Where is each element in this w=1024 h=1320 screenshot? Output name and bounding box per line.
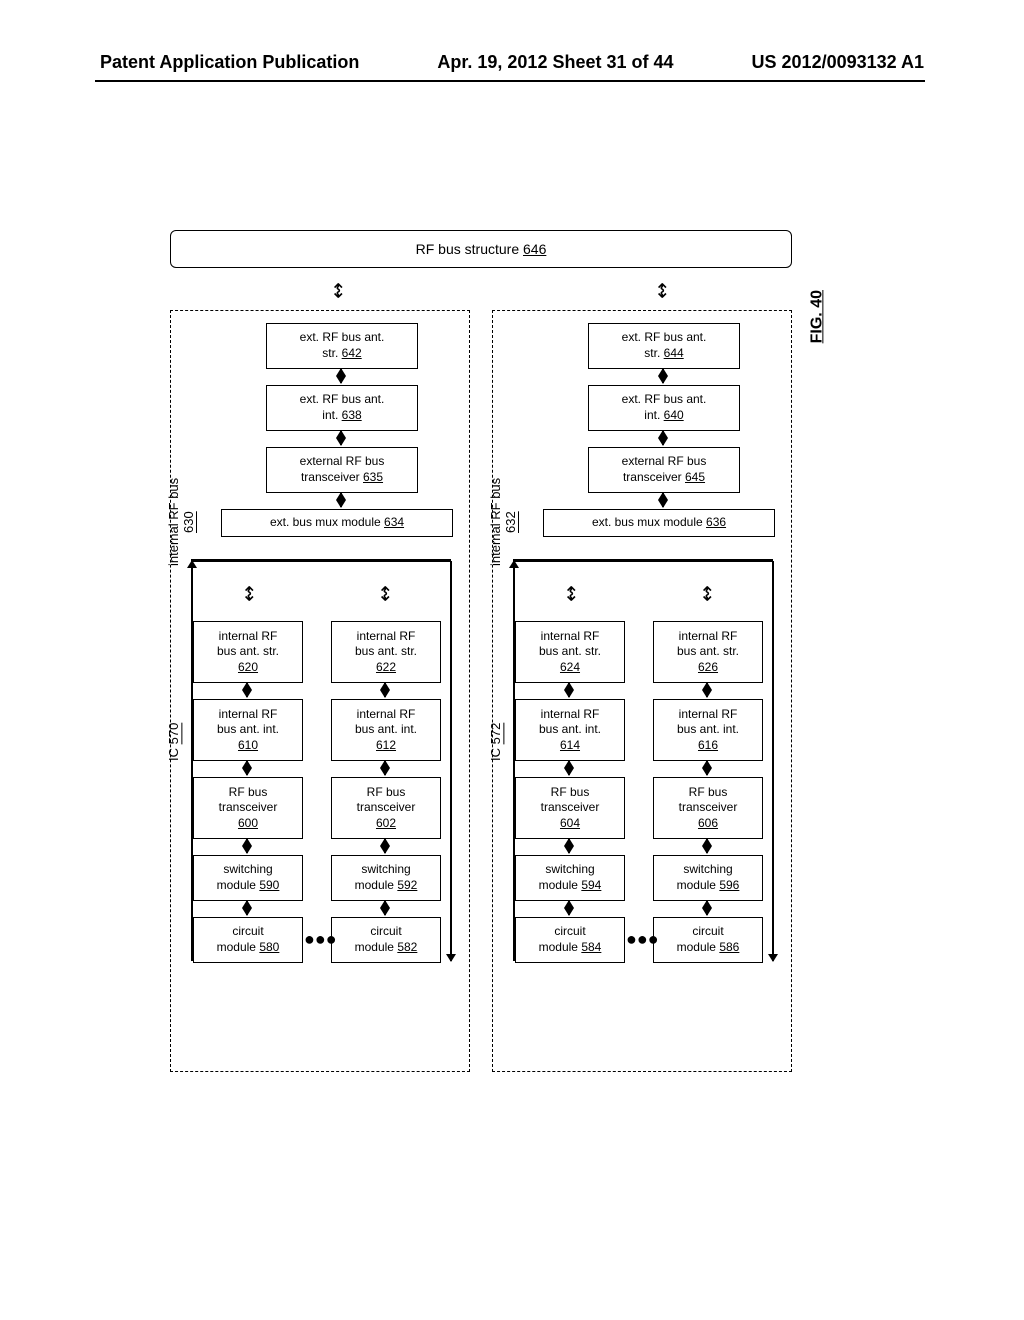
internal-bus-line bbox=[513, 559, 773, 562]
arrow-icon bbox=[662, 369, 664, 383]
arrow-icon bbox=[246, 761, 248, 775]
rf-link-icon: ↭ bbox=[237, 585, 262, 602]
switching-596: switchingmodule 596 bbox=[653, 855, 763, 901]
ic-572-box: internal RF bus 632 IC 572 ext. RF bus a… bbox=[492, 310, 792, 1072]
switching-594: switchingmodule 594 bbox=[515, 855, 625, 901]
arrow-icon bbox=[340, 493, 342, 507]
ext-bus-mux-634: ext. bus mux module 634 bbox=[221, 509, 453, 537]
arrow-icon bbox=[384, 901, 386, 915]
arrow-icon bbox=[772, 561, 774, 961]
rf-link-icon: ↭ bbox=[373, 585, 398, 602]
rf-bus-xcvr-602: RF bustransceiver602 bbox=[331, 777, 441, 839]
ic-570-label: IC 570 bbox=[166, 711, 181, 773]
header-center: Apr. 19, 2012 Sheet 31 of 44 bbox=[437, 52, 673, 73]
diagram: FIG. 40 RF bus structure 646 ↭ ↭ interna… bbox=[170, 230, 790, 1060]
ext-rf-bus-ant-int-638: ext. RF bus ant.int. 638 bbox=[266, 385, 418, 431]
page: Patent Application Publication Apr. 19, … bbox=[0, 0, 1024, 1320]
ext-rf-bus-ant-str-644: ext. RF bus ant.str. 644 bbox=[588, 323, 740, 369]
rf-bus-xcvr-606: RF bustransceiver606 bbox=[653, 777, 763, 839]
arrow-icon bbox=[340, 431, 342, 445]
arrow-icon bbox=[246, 839, 248, 853]
rf-bus-ref: 646 bbox=[523, 241, 546, 257]
int-ant-int-610: internal RFbus ant. int.610 bbox=[193, 699, 303, 761]
internal-bus-line bbox=[191, 559, 451, 562]
arrow-icon bbox=[706, 761, 708, 775]
arrow-icon bbox=[706, 901, 708, 915]
arrow-icon bbox=[450, 561, 452, 961]
arrow-icon bbox=[246, 901, 248, 915]
int-ant-str-620: internal RFbus ant. str.620 bbox=[193, 621, 303, 683]
ic-572-label: IC 572 bbox=[488, 711, 503, 773]
ellipsis-icon: ●●● bbox=[626, 929, 659, 950]
switching-590: switchingmodule 590 bbox=[193, 855, 303, 901]
arrow-icon bbox=[568, 839, 570, 853]
int-ant-str-626: internal RFbus ant. str.626 bbox=[653, 621, 763, 683]
arrow-icon bbox=[662, 431, 664, 445]
rf-link-right-icon: ↭ bbox=[650, 282, 675, 299]
ext-rf-bus-xcvr-645: external RF bustransceiver 645 bbox=[588, 447, 740, 493]
ext-rf-bus-xcvr-635: external RF bustransceiver 635 bbox=[266, 447, 418, 493]
rf-bus-label: RF bus structure bbox=[416, 241, 519, 257]
arrow-icon bbox=[662, 493, 664, 507]
header-left: Patent Application Publication bbox=[100, 52, 359, 73]
arrow-icon bbox=[568, 761, 570, 775]
arrow-icon bbox=[568, 683, 570, 697]
page-header: Patent Application Publication Apr. 19, … bbox=[0, 52, 1024, 73]
int-ant-int-612: internal RFbus ant. int.612 bbox=[331, 699, 441, 761]
rf-link-icon: ↭ bbox=[559, 585, 584, 602]
header-right: US 2012/0093132 A1 bbox=[752, 52, 924, 73]
ext-rf-bus-ant-int-640: ext. RF bus ant.int. 640 bbox=[588, 385, 740, 431]
switching-592: switchingmodule 592 bbox=[331, 855, 441, 901]
circuit-582: circuitmodule 582 bbox=[331, 917, 441, 963]
int-ant-int-614: internal RFbus ant. int.614 bbox=[515, 699, 625, 761]
ic-570-box: internal RF bus 630 IC 570 ext. RF bus a… bbox=[170, 310, 470, 1072]
arrow-icon bbox=[340, 369, 342, 383]
ext-bus-mux-636: ext. bus mux module 636 bbox=[543, 509, 775, 537]
header-rule bbox=[95, 80, 925, 82]
int-ant-str-622: internal RFbus ant. str.622 bbox=[331, 621, 441, 683]
circuit-586: circuitmodule 586 bbox=[653, 917, 763, 963]
arrow-icon bbox=[246, 683, 248, 697]
ellipsis-icon: ●●● bbox=[304, 929, 337, 950]
arrow-icon bbox=[384, 683, 386, 697]
ext-rf-bus-ant-str-642: ext. RF bus ant.str. 642 bbox=[266, 323, 418, 369]
arrow-icon bbox=[384, 839, 386, 853]
arrow-icon bbox=[384, 761, 386, 775]
arrow-icon bbox=[706, 683, 708, 697]
arrow-icon bbox=[568, 901, 570, 915]
rf-bus-xcvr-600: RF bustransceiver600 bbox=[193, 777, 303, 839]
int-ant-str-624: internal RFbus ant. str.624 bbox=[515, 621, 625, 683]
rf-bus-xcvr-604: RF bustransceiver604 bbox=[515, 777, 625, 839]
figure-label: FIG. 40 bbox=[808, 290, 826, 343]
circuit-580: circuitmodule 580 bbox=[193, 917, 303, 963]
rf-link-icon: ↭ bbox=[695, 585, 720, 602]
rf-link-left-icon: ↭ bbox=[326, 282, 351, 299]
circuit-584: circuitmodule 584 bbox=[515, 917, 625, 963]
int-ant-int-616: internal RFbus ant. int.616 bbox=[653, 699, 763, 761]
rf-bus-structure-box: RF bus structure 646 bbox=[170, 230, 792, 268]
arrow-icon bbox=[706, 839, 708, 853]
